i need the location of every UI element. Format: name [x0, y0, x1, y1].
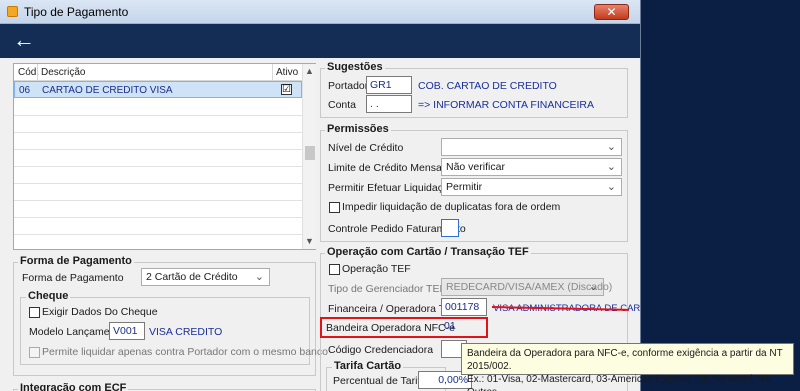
payment-types-grid[interactable]: Cód. Descrição Ativo 06 CARTAO DE CREDIT…	[13, 63, 316, 250]
table-row-empty	[14, 133, 302, 150]
liquidacao-select[interactable]: Permitir ⌄	[441, 178, 622, 196]
top-toolbar: ←	[0, 24, 640, 58]
scrollbar-thumb[interactable]	[305, 146, 315, 160]
table-row-empty	[14, 150, 302, 167]
permite-liquidar-label: Permite liquidar apenas contra Portador …	[42, 346, 328, 358]
close-button[interactable]: ✕	[594, 4, 629, 20]
cheque-title: Cheque	[26, 290, 71, 302]
window-title: Tipo de Pagamento	[24, 5, 129, 19]
scroll-up-icon[interactable]: ▲	[305, 66, 314, 76]
bandeira-tooltip: Bandeira da Operadora para NFC-e, confor…	[461, 343, 794, 391]
percentual-tarifa-label: Percentual de Tarifa	[333, 375, 427, 387]
forma-pagamento-label: Forma de Pagamento	[22, 272, 124, 284]
column-header-ativo[interactable]: Ativo	[276, 67, 298, 78]
operacao-tef-label: Operação TEF	[342, 263, 411, 275]
grid-header: Cód. Descrição Ativo	[14, 64, 302, 81]
forma-pagamento-select[interactable]: 2 Cartão de Crédito ⌄	[141, 268, 270, 286]
permite-liquidar-checkbox[interactable]	[29, 347, 40, 358]
table-row-empty	[14, 116, 302, 133]
scroll-down-icon[interactable]: ▼	[305, 236, 314, 246]
row-ativo-checkbox[interactable]: ☑	[281, 84, 292, 95]
impedir-liquidacao-label: Impedir liquidação de duplicatas fora de…	[342, 201, 561, 213]
bandeira-label: Bandeira Operadora NFC-e	[326, 322, 455, 334]
financeira-label: Financeira / Operadora TEF	[328, 303, 459, 315]
exigir-cheque-checkbox[interactable]	[29, 307, 40, 318]
grid-scrollbar[interactable]: ▲ ▼	[302, 64, 316, 249]
table-row-empty	[14, 167, 302, 184]
modelo-lancamento-input[interactable]: V001	[109, 322, 145, 340]
tipo-pagamento-window: Tipo de Pagamento ✕ ← Cód. Descrição Ati…	[0, 0, 641, 391]
app-icon	[7, 6, 18, 17]
gerenciador-tef-select[interactable]: REDECARD/VISA/AMEX (Discado) ⌄	[441, 278, 612, 296]
back-arrow-icon[interactable]: ←	[13, 28, 35, 52]
conta-desc: => INFORMAR CONTA FINANCEIRA	[418, 99, 594, 111]
row-cod: 06	[19, 85, 31, 96]
liquidacao-value: Permitir	[446, 181, 483, 193]
credenciadora-label: Código Credenciadora	[328, 344, 434, 356]
bandeira-input[interactable]: 01	[441, 318, 487, 336]
exigir-cheque-label: Exigir Dados Do Cheque	[42, 306, 158, 318]
forma-pagamento-title: Forma de Pagamento	[18, 255, 134, 267]
nivel-credito-label: Nível de Crédito	[328, 142, 404, 154]
table-row-empty	[14, 99, 302, 116]
chevron-down-icon: ⌄	[254, 271, 264, 283]
tarifa-title: Tarifa Cartão	[332, 360, 404, 372]
limite-credito-label: Limite de Crédito Mensal	[328, 162, 445, 174]
tef-title: Operação com Cartão / Transação TEF	[325, 246, 531, 258]
table-row[interactable]: 06 CARTAO DE CREDITO VISA ☑	[14, 81, 302, 98]
liquidacao-label: Permitir Efetuar Liquidação	[328, 182, 455, 194]
chevron-down-icon: ⌄	[606, 161, 616, 173]
chevron-down-icon: ⌄	[606, 141, 616, 153]
nivel-credito-select[interactable]: ⌄	[441, 138, 622, 156]
chevron-down-icon: ⌄	[588, 281, 598, 293]
limite-credito-select[interactable]: Não verificar ⌄	[441, 158, 622, 176]
title-bar: Tipo de Pagamento ✕	[0, 0, 640, 24]
column-header-descricao[interactable]: Descrição	[41, 67, 85, 78]
tooltip-line-1: Bandeira da Operadora para NFC-e, confor…	[467, 348, 783, 372]
chevron-down-icon: ⌄	[606, 181, 616, 193]
gerenciador-tef-label: Tipo de Gerenciador TEF	[328, 283, 446, 295]
table-row-empty	[14, 184, 302, 201]
conta-input[interactable]: . .	[366, 95, 412, 113]
modelo-lancamento-desc: VISA CREDITO	[149, 326, 223, 338]
controle-pedido-input[interactable]	[441, 219, 459, 237]
impedir-liquidacao-checkbox[interactable]	[329, 202, 340, 213]
column-header-cod[interactable]: Cód.	[18, 67, 39, 78]
financeira-input[interactable]: 001178	[441, 298, 487, 316]
integracao-title: Integração com ECF	[18, 382, 129, 391]
row-descricao: CARTAO DE CREDITO VISA	[42, 85, 173, 96]
tooltip-line-2: Ex.: 01-Visa, 02-Mastercard, 03-American…	[467, 374, 773, 391]
permissoes-title: Permissões	[325, 123, 391, 135]
limite-credito-value: Não verificar	[446, 161, 505, 173]
sugestoes-title: Sugestões	[325, 61, 385, 73]
conta-label: Conta	[328, 99, 357, 111]
portador-input[interactable]: GR1	[366, 76, 412, 94]
forma-pagamento-value: 2 Cartão de Crédito	[146, 271, 238, 283]
table-row-empty	[14, 218, 302, 235]
portador-label: Portador	[328, 80, 369, 92]
table-row-empty	[14, 201, 302, 218]
gerenciador-tef-value: REDECARD/VISA/AMEX (Discado)	[446, 281, 613, 293]
portador-desc: COB. CARTAO DE CREDITO	[418, 80, 557, 92]
operacao-tef-checkbox[interactable]	[329, 264, 340, 275]
